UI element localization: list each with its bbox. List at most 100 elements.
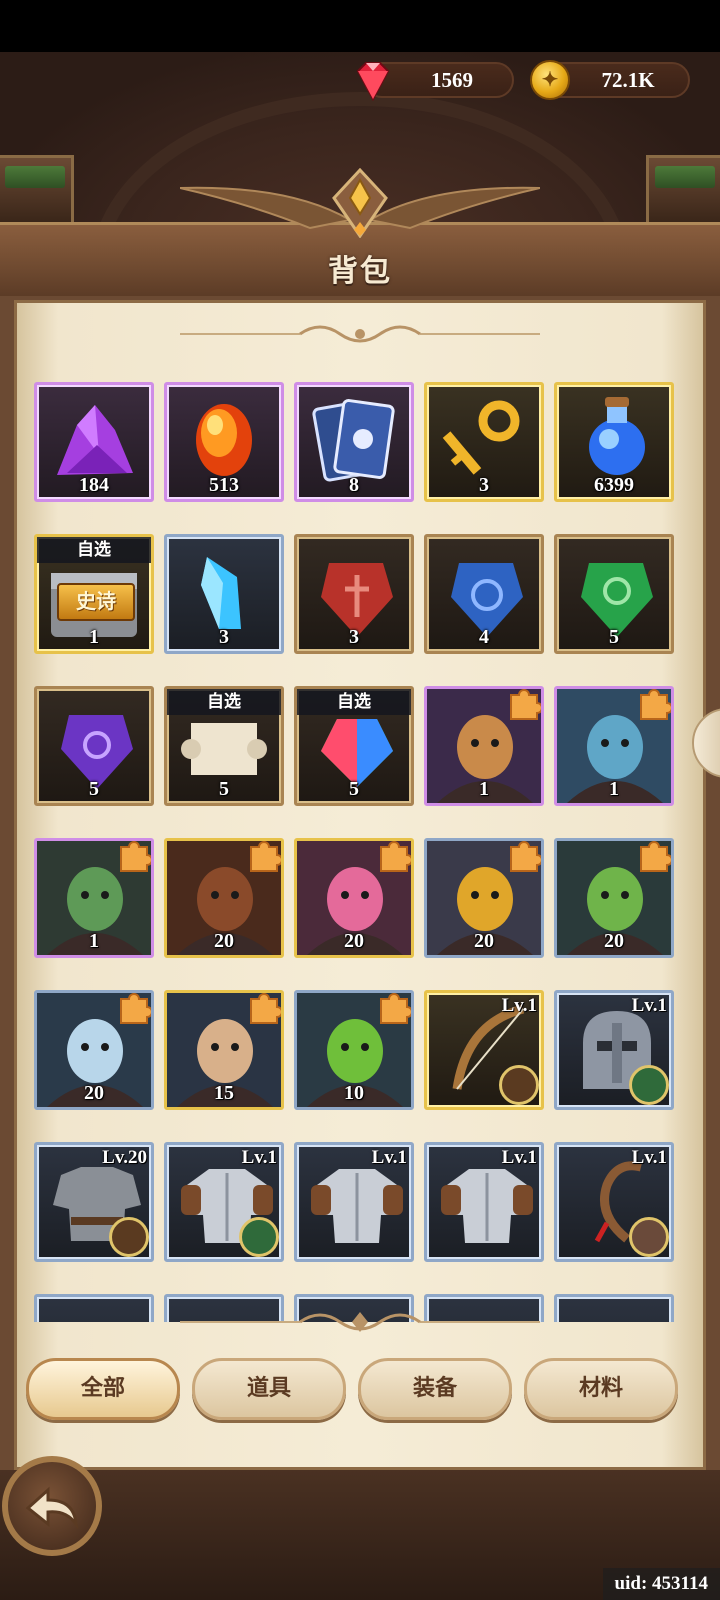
puzzle-piece-icon [250, 841, 281, 872]
item-count: 1 [479, 778, 489, 800]
gold-amount: 72.1K [601, 67, 655, 92]
puzzle-piece-icon [380, 841, 411, 872]
inventory-item-hero-goblin-woman[interactable]: 1 [34, 838, 154, 958]
inventory-item-blue-potion[interactable]: 6399 [554, 382, 674, 502]
tab-items[interactable]: 道具 [192, 1358, 346, 1420]
inventory-item-hero-engineer[interactable]: 15 [164, 990, 284, 1110]
gem-counter[interactable]: 1569 [356, 62, 514, 102]
epic-label: 史诗 [57, 583, 135, 621]
gem-amount: 1569 [431, 67, 473, 92]
inventory-item-plate-armor[interactable]: Lv.1 [424, 1142, 544, 1262]
item-count: 5 [89, 778, 99, 800]
left-pillar [0, 155, 74, 225]
back-arrow-icon [25, 1486, 78, 1530]
item-count: 1 [89, 930, 99, 952]
inventory-item-purple-crystal[interactable]: 184 [34, 382, 154, 502]
item-count: 5 [349, 778, 359, 800]
puzzle-piece-icon [510, 841, 541, 872]
inventory-item-plate-armor[interactable]: Lv.1 [294, 1142, 414, 1262]
inventory-item-rainbow-gem[interactable]: 自选 5 [294, 686, 414, 806]
inventory-item-hero-orc[interactable]: 10 [294, 990, 414, 1110]
gold-counter[interactable]: ✦ 72.1K [530, 60, 690, 100]
inventory-item-partial[interactable] [554, 1294, 674, 1322]
inventory-item-hero-hooded[interactable]: 20 [424, 838, 544, 958]
inventory-item-plate-armor[interactable]: Lv.1 [164, 1142, 284, 1262]
inventory-item-scroll[interactable]: 自选 5 [164, 686, 284, 806]
page-title: 背包 [328, 255, 392, 288]
tab-materials[interactable]: 材料 [524, 1358, 678, 1420]
inventory-item-purple-rune[interactable]: 5 [34, 686, 154, 806]
item-count: 15 [214, 1082, 234, 1104]
item-level: Lv.1 [631, 995, 667, 1016]
item-count: 3 [219, 626, 229, 648]
puzzle-piece-icon [120, 841, 151, 872]
item-count: 4 [479, 626, 489, 648]
item-count: 184 [79, 474, 109, 496]
back-button[interactable] [2, 1456, 102, 1556]
inventory-item-blue-rune[interactable]: 4 [424, 534, 544, 654]
puzzle-piece-icon [640, 841, 671, 872]
item-level: Lv.1 [241, 1147, 277, 1168]
tab-equipment[interactable]: 装备 [358, 1358, 512, 1420]
item-level: Lv.1 [371, 1147, 407, 1168]
item-level: Lv.1 [501, 995, 537, 1016]
item-count: 20 [474, 930, 494, 952]
self-select-banner: 自选 [167, 689, 281, 715]
user-id-label: uid: 453114 [602, 1568, 720, 1600]
gold-coin-icon: ✦ [530, 60, 570, 100]
inventory-item-fire-gem[interactable]: 513 [164, 382, 284, 502]
inventory-item-hero-old-lady[interactable]: 20 [34, 990, 154, 1110]
item-count: 8 [349, 474, 359, 496]
equipped-hero-avatar [239, 1217, 279, 1257]
inventory-item-bow[interactable]: Lv.1 [424, 990, 544, 1110]
bottom-flourish-ornament [180, 1312, 540, 1332]
equipped-hero-avatar [499, 1065, 539, 1105]
inventory-item-blue-shard[interactable]: 3 [164, 534, 284, 654]
inventory-item-hero-lizard[interactable]: 1 [424, 686, 544, 806]
item-count: 10 [344, 1082, 364, 1104]
puzzle-piece-icon [510, 689, 541, 720]
item-count: 1 [89, 626, 99, 648]
puzzle-piece-icon [250, 993, 281, 1024]
inventory-item-hero-elf[interactable]: 20 [554, 838, 674, 958]
inventory-item-gold-key[interactable]: 3 [424, 382, 544, 502]
inventory-item-chainmail[interactable]: Lv.20 [34, 1142, 154, 1262]
inventory-item-whip[interactable]: Lv.1 [554, 1142, 674, 1262]
item-level: Lv.1 [501, 1147, 537, 1168]
tab-all[interactable]: 全部 [26, 1358, 180, 1420]
right-pillar [646, 155, 720, 225]
inventory-item-green-rune[interactable]: 5 [554, 534, 674, 654]
inventory-item-card-deck[interactable]: 8 [294, 382, 414, 502]
inventory-item-hero-warrior[interactable]: 20 [164, 838, 284, 958]
equipped-hero-avatar [629, 1065, 669, 1105]
item-count: 6399 [594, 474, 634, 496]
inventory-item-hero-troll[interactable]: 1 [554, 686, 674, 806]
puzzle-piece-icon [380, 993, 411, 1024]
puzzle-piece-icon [640, 689, 671, 720]
inventory-item-epic-chest[interactable]: 史诗 自选 1 [34, 534, 154, 654]
header-wing-left-ornament [180, 186, 350, 230]
ruby-gem-icon [356, 62, 390, 102]
item-count: 5 [609, 626, 619, 648]
inventory-item-partial[interactable] [34, 1294, 154, 1322]
self-select-banner: 自选 [37, 537, 151, 563]
item-count: 3 [479, 474, 489, 496]
item-count: 20 [214, 930, 234, 952]
puzzle-piece-icon [120, 993, 151, 1024]
inventory-grid: 184 513 8 3 6399 史诗 自选 1 3 3 4 5 5 自选 5 自选 5 1 1 1 20 20 20 20 2… [34, 382, 694, 1322]
item-count: 1 [609, 778, 619, 800]
status-bar [0, 0, 720, 52]
inventory-item-red-rune[interactable]: 3 [294, 534, 414, 654]
item-count: 3 [349, 626, 359, 648]
item-level: Lv.1 [631, 1147, 667, 1168]
item-count: 20 [604, 930, 624, 952]
inventory-item-helmet[interactable]: Lv.1 [554, 990, 674, 1110]
inventory-item-hero-pink-mage[interactable]: 20 [294, 838, 414, 958]
item-count: 5 [219, 778, 229, 800]
category-tabs: 全部 道具 装备 材料 [26, 1358, 678, 1424]
equipped-hero-avatar [629, 1217, 669, 1257]
header-wing-right-ornament [370, 186, 540, 230]
item-level: Lv.20 [102, 1147, 147, 1168]
header-emblem-icon [332, 168, 388, 238]
item-count: 20 [344, 930, 364, 952]
